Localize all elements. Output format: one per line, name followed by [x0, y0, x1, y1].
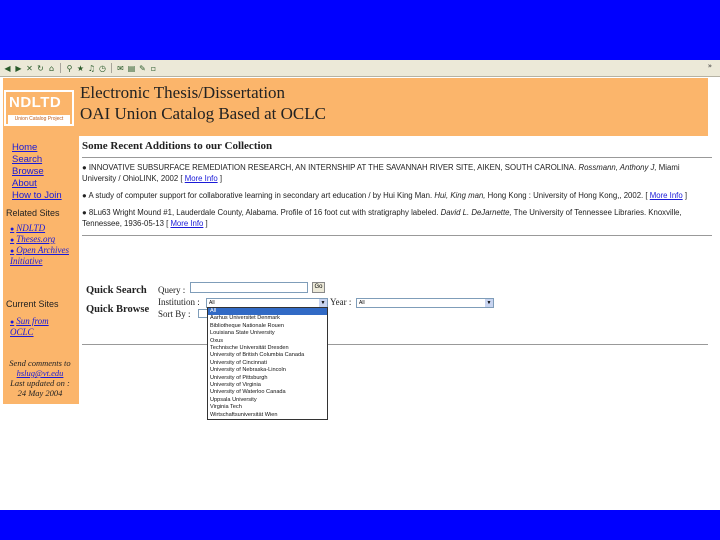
institution-value: All: [209, 300, 215, 306]
divider: [82, 157, 712, 158]
quick-browse-label: Quick Browse: [86, 304, 150, 315]
toolbar-separator: [60, 63, 61, 73]
divider: [82, 344, 708, 345]
chevron-down-icon: ▼: [319, 299, 327, 307]
bullet-icon: ●: [10, 318, 15, 326]
more-info-link[interactable]: More Info: [170, 219, 203, 228]
more-info-link[interactable]: More Info: [185, 174, 218, 183]
current-sites-list: ● Sun from OCLC: [10, 316, 70, 337]
dropdown-option[interactable]: University of Pittsburgh: [208, 375, 327, 382]
current-link-sun[interactable]: ● Sun from OCLC: [10, 316, 70, 337]
sidebar-nav: Home Search Browse About How to Join: [12, 142, 62, 202]
nav-search-link[interactable]: Search: [12, 154, 62, 166]
web-page: NDLTD Union Catalog Project Electronic T…: [0, 78, 720, 510]
updated-text: Last updated on :: [10, 378, 70, 388]
search-icon[interactable]: ⚲: [65, 64, 74, 73]
dropdown-option[interactable]: University of Virginia: [208, 382, 327, 389]
query-label: Query :: [158, 285, 186, 295]
contact-email-link[interactable]: hslug@vt.edu: [4, 368, 76, 378]
page-title-line1: Electronic Thesis/Dissertation: [80, 83, 286, 102]
favorites-icon[interactable]: ★: [76, 64, 85, 73]
dropdown-option[interactable]: University of Cincinnati: [208, 360, 327, 367]
list-item: ● A study of computer support for collab…: [82, 191, 688, 200]
year-select[interactable]: All ▼: [356, 298, 494, 308]
back-icon[interactable]: ◀: [3, 64, 12, 73]
dropdown-option[interactable]: Wirtschaftsuniversität Wien: [208, 412, 327, 419]
institution-label: Institution :: [158, 297, 200, 307]
print-icon[interactable]: ▤: [127, 64, 136, 73]
browser-toolbar: ◀ ▶ ✕ ↻ ⌂ ⚲ ★ ♫ ◷ ✉ ▤ ✎ ▫ »: [0, 60, 720, 77]
nav-about-link[interactable]: About: [12, 178, 62, 190]
dropdown-option[interactable]: University of Nebraska-Lincoln: [208, 367, 327, 374]
page-title: Electronic Thesis/Dissertation OAI Union…: [80, 82, 326, 124]
more-info-link[interactable]: More Info: [650, 191, 683, 200]
slide-bottom-bar: [0, 510, 720, 540]
dropdown-option[interactable]: Uppsala University: [208, 397, 327, 404]
related-sites-list: ● NDLTD ● Theses.org ● Open Archives Initia…: [10, 223, 70, 266]
browser-screen: ◀ ▶ ✕ ↻ ⌂ ⚲ ★ ♫ ◷ ✉ ▤ ✎ ▫ » NDLTD Union …: [0, 60, 720, 510]
query-input[interactable]: [190, 282, 308, 293]
contact-text: Send comments to: [9, 358, 71, 368]
refresh-icon[interactable]: ↻: [36, 64, 45, 73]
dropdown-option[interactable]: Virginia Tech: [208, 404, 327, 411]
forward-icon[interactable]: ▶: [14, 64, 23, 73]
divider: [82, 235, 712, 236]
history-icon[interactable]: ◷: [98, 64, 107, 73]
nav-browse-link[interactable]: Browse: [12, 166, 62, 178]
discuss-icon[interactable]: ▫: [149, 64, 158, 73]
quick-search-label: Quick Search: [86, 285, 147, 296]
year-label: Year :: [330, 297, 352, 307]
main-content: Some Recent Additions to our Collection …: [82, 140, 712, 240]
toolbar-chevron[interactable]: »: [708, 62, 712, 70]
dropdown-option[interactable]: All: [208, 308, 327, 316]
bullet-icon: ●: [10, 225, 15, 233]
toolbar-separator: [111, 63, 112, 73]
related-link-theses[interactable]: ● Theses.org: [10, 234, 70, 245]
list-item: ● 8Lu63 Wright Mound #1, Lauderdale Coun…: [82, 208, 682, 228]
dropdown-option[interactable]: University of British Columbia Canada: [208, 352, 327, 359]
bullet-icon: ●: [10, 247, 15, 255]
institution-dropdown-list[interactable]: All Aarhus Universitet Denmark Bibliothe…: [207, 307, 328, 420]
media-icon[interactable]: ♫: [87, 64, 96, 73]
home-icon[interactable]: ⌂: [47, 64, 56, 73]
year-value: All: [359, 300, 365, 306]
logo-subtitle: Union Catalog Project: [8, 115, 70, 124]
page-title-line2: OAI Union Catalog Based at OCLC: [80, 104, 326, 123]
recent-additions-title: Some Recent Additions to our Collection: [82, 140, 273, 152]
ndltd-logo[interactable]: NDLTD Union Catalog Project: [4, 90, 74, 126]
dropdown-option[interactable]: Aarhus Universitet Denmark: [208, 315, 327, 322]
current-sites-heading: Current Sites: [6, 299, 59, 309]
dropdown-option[interactable]: University of Waterloo Canada: [208, 389, 327, 396]
list-item: ● INNOVATIVE SUBSURFACE REMEDIATION RESE…: [82, 163, 680, 183]
sidebar-contact: Send comments to hslug@vt.edu Last updat…: [4, 358, 76, 398]
nav-how-to-join-link[interactable]: How to Join: [12, 190, 62, 202]
related-link-ndltd[interactable]: ● NDLTD: [10, 223, 70, 234]
go-button[interactable]: Go: [312, 282, 325, 293]
dropdown-option[interactable]: Louisiana State University: [208, 330, 327, 337]
edit-icon[interactable]: ✎: [138, 64, 147, 73]
logo-text: NDLTD: [9, 94, 62, 111]
mail-icon[interactable]: ✉: [116, 64, 125, 73]
dropdown-option[interactable]: Oxus: [208, 338, 327, 345]
dropdown-option[interactable]: Technische Universität Dresden: [208, 345, 327, 352]
sort-by-label: Sort By :: [158, 309, 191, 319]
dropdown-option[interactable]: Bibliotheque Nationale Rouen: [208, 323, 327, 330]
chevron-down-icon: ▼: [485, 299, 493, 307]
stop-icon[interactable]: ✕: [25, 64, 34, 73]
related-sites-heading: Related Sites: [6, 208, 60, 218]
updated-date: 24 May 2004: [17, 388, 63, 398]
bullet-icon: ●: [10, 236, 15, 244]
nav-home-link[interactable]: Home: [12, 142, 62, 154]
related-link-oai[interactable]: ● Open Archives Initiative: [10, 245, 70, 266]
